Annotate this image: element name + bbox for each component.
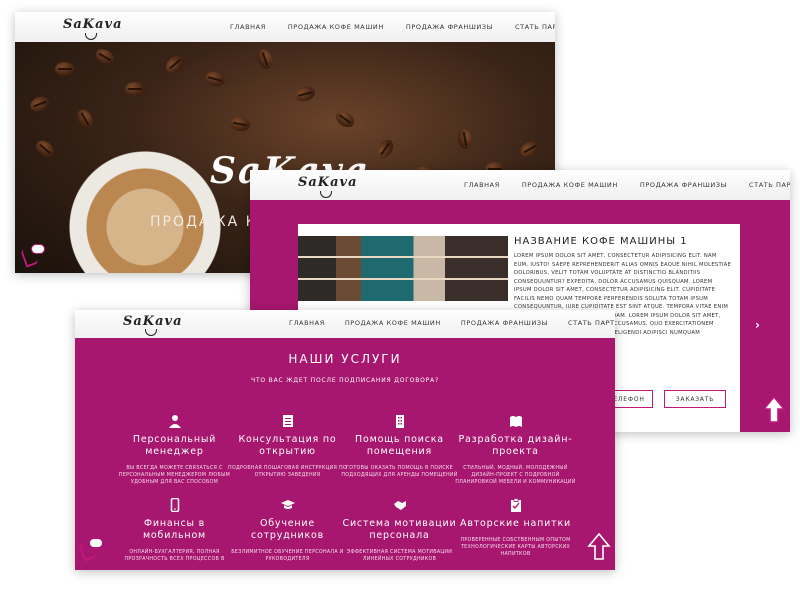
coffee-shop-photo xyxy=(298,236,508,301)
person-icon xyxy=(168,415,181,428)
coffee-bean xyxy=(332,107,358,131)
next-slide-arrow[interactable]: › xyxy=(755,318,760,332)
nav-item-partner[interactable]: Стать партнером xyxy=(515,23,555,31)
logo[interactable]: SaKava xyxy=(123,314,183,336)
service-desc: Эффективная система мотивации линейных с… xyxy=(346,550,453,562)
screenshot-services: SaKava Главная Продажа кофе машин Продаж… xyxy=(75,310,615,570)
coffee-bean xyxy=(162,52,188,76)
coffee-bean xyxy=(32,137,58,161)
service-item: Обучение сотрудников Безлимитное обучени… xyxy=(225,498,350,563)
service-title: Финансы в мобильном xyxy=(142,518,207,541)
logo[interactable]: SaKava xyxy=(298,175,358,198)
cup-icon xyxy=(320,191,332,198)
service-desc: Готовы оказать помощь в поиске подходящи… xyxy=(341,466,458,478)
nav-item-home[interactable]: Главная xyxy=(289,319,325,327)
cup-icon xyxy=(145,329,157,336)
nav-item-home[interactable]: Главная xyxy=(464,181,500,189)
header-bar: SaKava Главная Продажа кофе машин Продаж… xyxy=(250,170,790,200)
service-item: Финансы в мобильном Онлайн-бухгалтерия, … xyxy=(112,498,237,563)
services-heading: Наши услуги xyxy=(288,352,402,366)
header-bar: SaKava Главная Продажа кофе машин Продаж… xyxy=(15,12,555,42)
service-title: Система мотивации персонала xyxy=(342,518,457,541)
order-button[interactable]: Заказать xyxy=(664,390,726,408)
mobile-icon xyxy=(170,498,179,512)
logo-text: SaKava xyxy=(63,17,123,32)
graduation-cap-icon xyxy=(280,500,295,509)
logo-text: SaKava xyxy=(298,175,358,190)
product-title: НАЗВАНИЕ КОФЕ МАШИНЫ 1 xyxy=(514,236,688,247)
service-desc: Вы всегда можете связаться с персональны… xyxy=(118,466,231,485)
coffee-bean xyxy=(125,82,145,96)
coffee-bean xyxy=(456,127,474,151)
nav-item-coffee-machines[interactable]: Продажа кофе машин xyxy=(522,181,618,189)
clipboard-check-icon xyxy=(510,498,521,512)
coffee-bean xyxy=(293,84,317,104)
service-title: Помощь поиска помещения xyxy=(355,434,444,457)
main-nav: Главная Продажа кофе машин Продажа франш… xyxy=(289,319,615,327)
service-desc: Стильный, модный, молодежный дизайн-прое… xyxy=(455,466,576,485)
callback-phone-icon[interactable] xyxy=(78,538,103,562)
building-icon xyxy=(395,415,404,428)
service-title: Обучение сотрудников xyxy=(250,518,325,541)
handshake-icon xyxy=(393,501,406,510)
nav-item-franchise[interactable]: Продажа франшизы xyxy=(406,23,493,31)
nav-item-partner[interactable]: Стать партнером xyxy=(568,319,615,327)
service-item: Консультация по открытию Подробная пошаг… xyxy=(225,414,350,479)
service-title: Авторские напитки xyxy=(460,518,571,529)
service-title: Персональный менеджер xyxy=(132,434,217,457)
coffee-bean xyxy=(255,47,275,71)
service-desc: Безлимитное обучение персонала и руковод… xyxy=(231,550,344,562)
coffee-bean xyxy=(28,94,52,114)
callback-phone-icon[interactable] xyxy=(20,244,45,268)
nav-item-franchise[interactable]: Продажа франшизы xyxy=(461,319,548,327)
document-icon xyxy=(282,415,293,427)
nav-item-coffee-machines[interactable]: Продажа кофе машин xyxy=(288,23,384,31)
service-desc: Онлайн-бухгалтерия, полная прозрачность … xyxy=(124,550,225,562)
coffee-bean xyxy=(517,137,543,161)
coffee-bean xyxy=(73,106,97,132)
main-nav: Главная Продажа кофе машин Продажа франш… xyxy=(230,23,555,31)
services-question: Что вас ждет после подписания договора? xyxy=(251,377,439,384)
nav-item-coffee-machines[interactable]: Продажа кофе машин xyxy=(345,319,441,327)
service-item: Помощь поиска помещения Готовы оказать п… xyxy=(337,414,462,479)
service-item: Авторские напитки Проверенные собственны… xyxy=(453,498,578,558)
service-item: Персональный менеджер Вы всегда можете с… xyxy=(112,414,237,486)
coffee-bean xyxy=(373,136,397,162)
service-item: Система мотивации персонала Эффективная … xyxy=(337,498,462,563)
service-title: Разработка дизайн-проекта xyxy=(458,434,573,457)
cup-icon xyxy=(85,33,97,40)
main-nav: Главная Продажа кофе машин Продажа франш… xyxy=(464,181,790,189)
header-bar: SaKava Главная Продажа кофе машин Продаж… xyxy=(75,310,615,338)
service-item: Разработка дизайн-проекта Стильный, модн… xyxy=(453,414,578,486)
nav-item-home[interactable]: Главная xyxy=(230,23,266,31)
scroll-top-arrow-icon[interactable] xyxy=(587,532,611,562)
book-icon xyxy=(509,416,522,427)
service-desc: Подробная пошаговая инструкция по открыт… xyxy=(228,466,347,478)
service-desc: Проверенные собственным опытом технологи… xyxy=(460,538,571,557)
coffee-bean xyxy=(92,45,118,69)
logo[interactable]: SaKava xyxy=(63,17,123,40)
service-title: Консультация по открытию xyxy=(238,434,337,457)
scroll-top-arrow-icon[interactable] xyxy=(762,395,786,425)
logo-text: SaKava xyxy=(123,314,183,329)
nav-item-partner[interactable]: Стать партнером xyxy=(749,181,790,189)
nav-item-franchise[interactable]: Продажа франшизы xyxy=(640,181,727,189)
coffee-bean xyxy=(228,115,252,133)
coffee-bean xyxy=(55,62,75,76)
coffee-bean xyxy=(203,69,227,89)
